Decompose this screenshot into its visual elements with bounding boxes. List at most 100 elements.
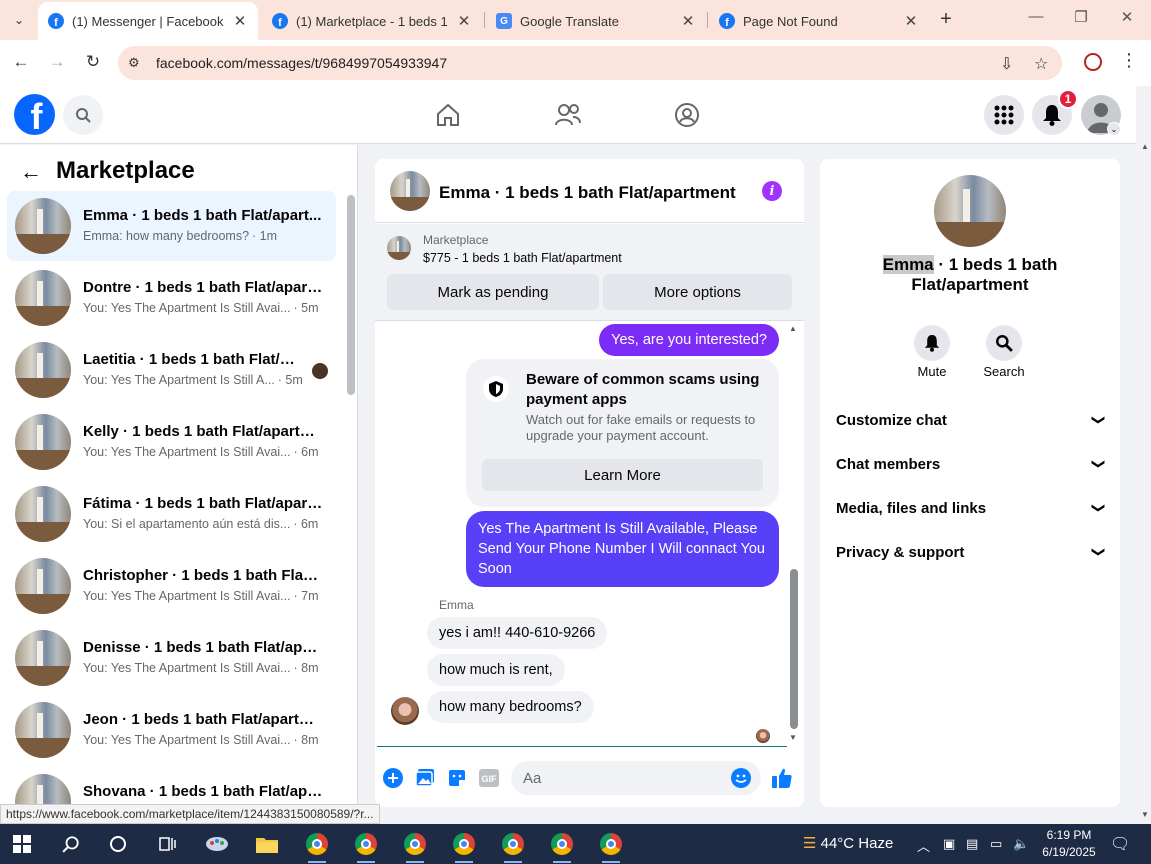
- tab-title: Google Translate: [520, 13, 620, 29]
- back-arrow-icon[interactable]: ←: [10, 52, 32, 72]
- scroll-up-arrow-icon[interactable]: ▲: [789, 324, 797, 333]
- contact-listing-name: Emma · 1 beds 1 bath Flat/apartment: [850, 255, 1090, 295]
- chat-scrollbar[interactable]: [790, 569, 798, 729]
- site-settings-icon[interactable]: ⚙: [128, 55, 140, 71]
- close-icon[interactable]: ✕: [680, 12, 696, 30]
- search-in-chat-button[interactable]: [986, 325, 1022, 361]
- facebook-search-button[interactable]: [63, 95, 103, 135]
- close-icon[interactable]: ✕: [456, 12, 472, 30]
- chevron-down-icon[interactable]: ⌄: [1107, 122, 1121, 136]
- listing-avatar[interactable]: [934, 175, 1006, 247]
- friends-icon[interactable]: [553, 100, 583, 130]
- thumbs-up-icon[interactable]: [771, 767, 793, 789]
- notification-badge: 1: [1058, 89, 1078, 109]
- windows-start-icon[interactable]: [10, 832, 34, 856]
- restore-icon[interactable]: ❐: [1066, 8, 1096, 26]
- section-privacy-support[interactable]: Privacy & support ❯: [836, 544, 1107, 568]
- conversation-item[interactable]: Denisse · 1 beds 1 bath Flat/apar... You…: [7, 623, 336, 693]
- cortana-icon[interactable]: [106, 832, 130, 856]
- show-hidden-icons-icon[interactable]: ︿: [917, 836, 930, 855]
- network-icon[interactable]: ▭: [990, 836, 1002, 852]
- page-scroll-up-icon[interactable]: ▲: [1141, 142, 1149, 151]
- conversation-item[interactable]: Kelly · 1 beds 1 bath Flat/apartm... You…: [7, 407, 336, 477]
- listing-thumbnail[interactable]: [387, 236, 411, 260]
- chrome-icon[interactable]: [599, 832, 623, 856]
- chrome-icon[interactable]: [354, 832, 378, 856]
- reload-icon[interactable]: ↻: [82, 52, 104, 72]
- photo-icon[interactable]: [414, 767, 436, 789]
- install-app-icon[interactable]: ⇩: [1000, 54, 1013, 74]
- page-scroll-down-icon[interactable]: ▼: [1141, 810, 1149, 819]
- close-icon[interactable]: ✕: [232, 12, 248, 30]
- conversation-item[interactable]: Dontre · 1 beds 1 bath Flat/apart... You…: [7, 263, 336, 333]
- notification-center-icon[interactable]: 🗨: [1110, 834, 1130, 854]
- section-chat-members[interactable]: Chat members ❯: [836, 456, 1107, 480]
- bookmark-star-icon[interactable]: ☆: [1034, 54, 1048, 74]
- weather-widget[interactable]: ☰ 44°C Haze: [803, 834, 893, 852]
- new-tab-icon[interactable]: +: [934, 8, 958, 31]
- scroll-down-arrow-icon[interactable]: ▼: [789, 733, 797, 742]
- browser-menu-icon[interactable]: ⋮: [1120, 50, 1138, 71]
- url-text[interactable]: facebook.com/messages/t/9684997054933947: [156, 55, 447, 71]
- chrome-icon[interactable]: [550, 832, 574, 856]
- chrome-icon[interactable]: [452, 832, 476, 856]
- tray-app-icon[interactable]: ▤: [966, 836, 978, 852]
- task-view-icon[interactable]: [155, 832, 179, 856]
- section-customize-chat[interactable]: Customize chat ❯: [836, 412, 1107, 436]
- more-options-button[interactable]: More options: [603, 274, 792, 310]
- home-icon[interactable]: [433, 100, 463, 130]
- conversation-item[interactable]: Christopher · 1 beds 1 bath Flat/... You…: [7, 551, 336, 621]
- minimize-icon[interactable]: —: [1021, 8, 1051, 25]
- tab-messenger[interactable]: f (1) Messenger | Facebook ✕: [38, 2, 258, 40]
- tab-search-chevron-icon[interactable]: ⌄: [6, 8, 32, 32]
- file-explorer-icon[interactable]: [255, 832, 279, 856]
- conversation-preview: You: Yes The Apartment Is Still Avai... ·…: [83, 589, 319, 603]
- conversation-preview: You: Si el apartamento aún está dis... · …: [83, 517, 319, 531]
- tab-marketplace[interactable]: f (1) Marketplace - 1 beds 1 b ✕: [262, 2, 482, 40]
- sender-avatar[interactable]: [391, 697, 419, 725]
- mute-button[interactable]: [914, 325, 950, 361]
- search-icon[interactable]: [59, 832, 83, 856]
- browser-profile-icon[interactable]: [1084, 53, 1102, 71]
- groups-icon[interactable]: [672, 100, 702, 130]
- learn-more-button[interactable]: Learn More: [482, 459, 763, 491]
- highlighted-name: Emma: [882, 255, 934, 274]
- listing-price-title[interactable]: $775 - 1 beds 1 bath Flat/apartment: [423, 251, 622, 265]
- section-media-files-links[interactable]: Media, files and links ❯: [836, 500, 1107, 524]
- seen-receipt-avatar: [756, 729, 770, 743]
- plus-circle-icon[interactable]: [382, 767, 404, 789]
- tab-title: Page Not Found: [743, 13, 838, 29]
- svg-text:GIF: GIF: [482, 774, 498, 784]
- window-close-icon[interactable]: ✕: [1112, 8, 1142, 26]
- conversation-item[interactable]: Laetitia · 1 beds 1 bath Flat/ap... You:…: [7, 335, 336, 405]
- tab-page-not-found[interactable]: f Page Not Found ✕: [709, 2, 929, 40]
- tab-google-translate[interactable]: G Google Translate ✕: [486, 2, 706, 40]
- back-arrow-icon[interactable]: ←: [20, 159, 42, 185]
- chrome-icon[interactable]: [501, 832, 525, 856]
- close-icon[interactable]: ✕: [903, 12, 919, 30]
- paint-icon[interactable]: [205, 832, 229, 856]
- gif-icon[interactable]: GIF: [478, 767, 500, 789]
- message-input[interactable]: Aa: [511, 761, 761, 795]
- facebook-logo-icon[interactable]: f: [14, 94, 55, 135]
- browser-tab-strip: ⌄ f (1) Messenger | Facebook ✕ f (1) Mar…: [0, 0, 1151, 40]
- tray-app-icon[interactable]: ▣: [943, 836, 955, 852]
- conversation-item[interactable]: Fátima · 1 beds 1 bath Flat/apart... You…: [7, 479, 336, 549]
- chat-avatar[interactable]: [390, 171, 430, 211]
- system-clock[interactable]: 6:19 PM 6/19/2025: [1036, 827, 1102, 861]
- mark-as-pending-button[interactable]: Mark as pending: [387, 274, 599, 310]
- info-icon[interactable]: i: [762, 181, 782, 201]
- conversation-title: Dontre · 1 beds 1 bath Flat/apart...: [83, 279, 323, 296]
- chat-title[interactable]: Emma · 1 beds 1 bath Flat/apartment: [439, 183, 736, 203]
- conversation-list-scrollbar[interactable]: [347, 195, 355, 395]
- sticker-icon[interactable]: [446, 767, 468, 789]
- chrome-icon[interactable]: [403, 832, 427, 856]
- menu-grid-button[interactable]: [984, 95, 1024, 135]
- omnibox[interactable]: ⚙ facebook.com/messages/t/96849970549339…: [118, 46, 1062, 80]
- chrome-icon[interactable]: [305, 832, 329, 856]
- emoji-icon[interactable]: [731, 768, 751, 788]
- forward-arrow-icon[interactable]: →: [46, 52, 68, 72]
- conversation-item[interactable]: Emma · 1 beds 1 bath Flat/apart... Emma:…: [7, 191, 336, 261]
- volume-icon[interactable]: 🔈: [1013, 836, 1029, 852]
- conversation-item[interactable]: Jeon · 1 beds 1 bath Flat/apartm... You:…: [7, 695, 336, 765]
